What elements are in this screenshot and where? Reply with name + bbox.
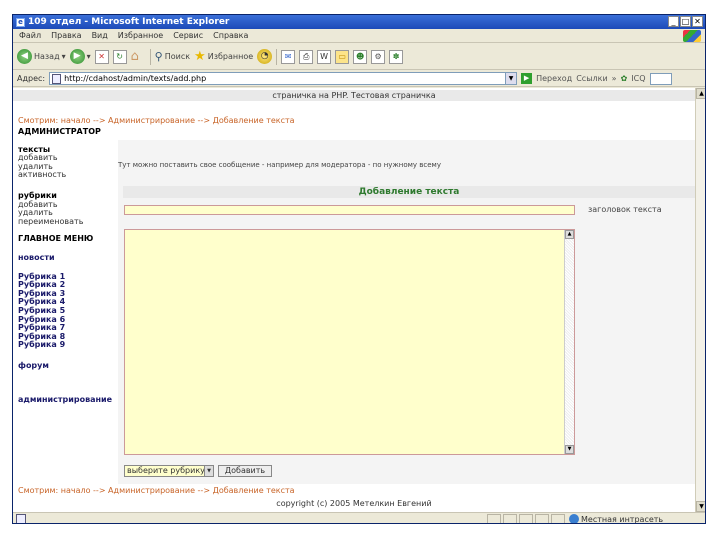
search-icon: ⚲ bbox=[154, 50, 163, 63]
intranet-icon bbox=[569, 514, 579, 523]
moderator-notice: Тут можно поставить свое сообщение - нап… bbox=[118, 161, 441, 169]
menu-bar: Файл Правка Вид Избранное Сервис Справка bbox=[13, 29, 705, 43]
extension-icon[interactable]: ✽ bbox=[389, 49, 404, 64]
scroll-up-icon[interactable]: ▲ bbox=[565, 230, 574, 239]
menu-edit[interactable]: Правка bbox=[51, 31, 81, 40]
icq-button[interactable]: ICQ bbox=[631, 74, 645, 83]
address-url: http://cdahost/admin/texts/add.php bbox=[64, 74, 207, 83]
forward-arrow-icon: ▶ bbox=[69, 49, 85, 64]
links-chevron[interactable]: » bbox=[612, 74, 617, 83]
chevron-down-icon[interactable]: ▼ bbox=[505, 73, 517, 84]
print-icon[interactable]: ⎙ bbox=[299, 49, 314, 64]
status-pane bbox=[551, 514, 565, 523]
page-icon bbox=[52, 73, 62, 84]
windows-logo-icon bbox=[683, 30, 701, 42]
textarea-scrollbar[interactable]: ▲ ▼ bbox=[564, 230, 574, 454]
go-button[interactable]: Переход bbox=[536, 74, 572, 83]
window-title: 109 отдел - Microsoft Internet Explorer bbox=[28, 17, 230, 27]
messenger-icon[interactable]: ☻ bbox=[353, 49, 368, 64]
refresh-icon[interactable]: ↻ bbox=[112, 49, 127, 64]
breadcrumb[interactable]: Смотрим: начало --> Администрирование --… bbox=[18, 116, 295, 125]
menu-tools[interactable]: Сервис bbox=[173, 31, 203, 40]
browser-window: e 109 отдел - Microsoft Internet Explore… bbox=[12, 14, 706, 524]
page-header: страничка на PHP. Тестовая страничка bbox=[13, 90, 695, 101]
ie-icon: e bbox=[16, 17, 25, 27]
address-label: Адрес: bbox=[17, 74, 46, 83]
title-input[interactable] bbox=[124, 205, 575, 215]
status-pane bbox=[487, 514, 501, 523]
scroll-down-icon[interactable]: ▼ bbox=[696, 501, 705, 512]
menu-help[interactable]: Справка bbox=[213, 31, 248, 40]
icq-input[interactable] bbox=[649, 72, 672, 85]
sidebar-item-rubric-9[interactable]: Рубрика 9 bbox=[18, 341, 118, 350]
favorites-button[interactable]: ★ Избранное bbox=[194, 48, 253, 64]
menu-file[interactable]: Файл bbox=[19, 31, 41, 40]
scroll-down-icon[interactable]: ▼ bbox=[565, 445, 574, 454]
home-icon[interactable]: ⌂ bbox=[131, 49, 146, 64]
toolbar: ◀ Назад ▾ ▶ ▾ ✕ ↻ ⌂ ⚲ Поиск ★ Избранное ◔ … bbox=[13, 44, 705, 70]
menu-favorites[interactable]: Избранное bbox=[118, 31, 163, 40]
breadcrumb-bottom[interactable]: Смотрим: начало --> Администрирование --… bbox=[18, 486, 295, 495]
page-icon bbox=[16, 514, 26, 523]
status-pane bbox=[503, 514, 517, 523]
minimize-button[interactable]: _ bbox=[668, 16, 679, 27]
zone-label: Местная интрасеть bbox=[581, 514, 664, 524]
status-pane bbox=[535, 514, 549, 523]
sidebar-item-forum[interactable]: форум bbox=[18, 361, 118, 371]
back-button[interactable]: ◀ Назад ▾ bbox=[17, 49, 66, 64]
toolbar-divider bbox=[276, 48, 278, 65]
page-viewport: страничка на PHP. Тестовая страничка Смо… bbox=[13, 88, 705, 512]
menu-view[interactable]: Вид bbox=[92, 31, 108, 40]
address-input[interactable]: http://cdahost/admin/texts/add.php ▼ bbox=[49, 72, 518, 85]
sidebar-item-texts-activity[interactable]: активность bbox=[18, 171, 118, 180]
forward-button[interactable]: ▶ ▾ bbox=[69, 49, 91, 64]
scroll-up-icon[interactable]: ▲ bbox=[696, 88, 705, 99]
address-bar: Адрес: http://cdahost/admin/texts/add.ph… bbox=[13, 71, 705, 87]
sidebar-item-rubrics-rename[interactable]: переименовать bbox=[18, 217, 118, 227]
history-icon[interactable]: ◔ bbox=[257, 49, 273, 64]
edit-icon[interactable]: W bbox=[317, 49, 332, 64]
sidebar: АДМИНИСТРАТОР тексты добавить удалить ак… bbox=[18, 127, 118, 405]
rubric-select[interactable]: выберите рубрику ▼ bbox=[124, 465, 214, 477]
go-arrow-icon[interactable]: ▶ bbox=[521, 73, 533, 84]
body-textarea[interactable]: ▲ ▼ bbox=[124, 229, 575, 455]
status-bar: Местная интрасеть bbox=[13, 512, 705, 524]
admin-heading: АДМИНИСТРАТОР bbox=[18, 127, 101, 136]
status-pane bbox=[519, 514, 533, 523]
security-zone: Местная интрасеть bbox=[569, 514, 664, 524]
chevron-down-icon[interactable]: ▼ bbox=[204, 466, 213, 476]
page-scrollbar[interactable]: ▲ ▼ bbox=[695, 88, 705, 512]
mail-icon[interactable]: ✉ bbox=[281, 49, 296, 64]
toolbar-divider bbox=[149, 48, 151, 65]
add-button[interactable]: Добавить bbox=[218, 465, 272, 477]
maximize-button[interactable]: □ bbox=[680, 16, 691, 27]
back-arrow-icon: ◀ bbox=[17, 49, 32, 64]
copyright: copyright (c) 2005 Метелкин Евгений bbox=[276, 499, 432, 508]
sidebar-item-administration[interactable]: администрирование bbox=[18, 396, 118, 405]
flower-icon: ✿ bbox=[620, 74, 628, 83]
stop-icon[interactable]: ✕ bbox=[94, 49, 109, 64]
links-button[interactable]: Ссылки bbox=[576, 74, 607, 83]
title-label: заголовок текста bbox=[588, 205, 662, 214]
sidebar-item-news[interactable]: новости bbox=[18, 253, 118, 263]
folder-icon[interactable]: ▭ bbox=[335, 49, 350, 64]
star-icon: ★ bbox=[194, 48, 206, 64]
main-menu-heading: ГЛАВНОЕ МЕНЮ bbox=[18, 234, 94, 244]
title-bar: e 109 отдел - Microsoft Internet Explore… bbox=[13, 15, 705, 29]
close-button[interactable]: ✕ bbox=[692, 16, 703, 27]
tools-icon[interactable]: ⚙ bbox=[371, 49, 386, 64]
rubric-select-value: выберите рубрику bbox=[127, 466, 205, 475]
form-title: Добавление текста bbox=[123, 186, 695, 198]
search-button[interactable]: ⚲ Поиск bbox=[155, 50, 190, 63]
